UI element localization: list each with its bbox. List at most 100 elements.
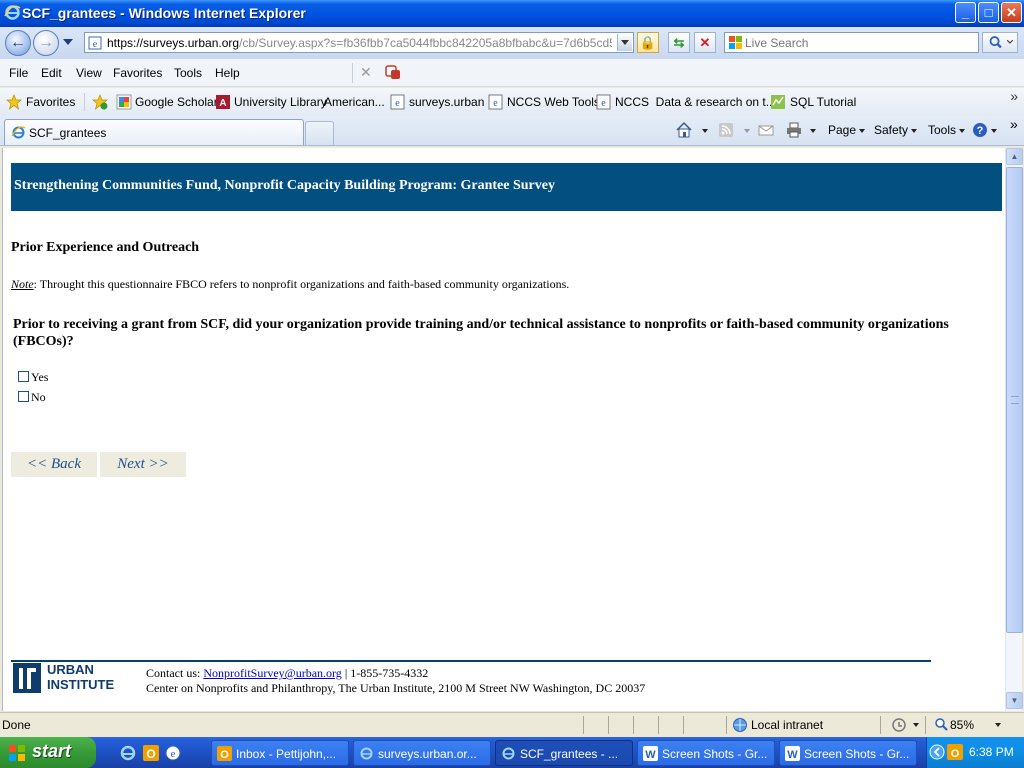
svg-text:e: e bbox=[493, 98, 498, 109]
address-bar[interactable]: e https://surveys.urban.org/cb/Survey.as… bbox=[84, 32, 634, 53]
university-logo-icon: A bbox=[216, 95, 230, 109]
outlook-tray-icon[interactable]: O bbox=[947, 744, 963, 760]
zoom-dropdown-icon[interactable] bbox=[992, 717, 1001, 731]
vertical-scrollbar[interactable]: ▲ ▼ bbox=[1005, 148, 1023, 711]
fav-nccs-web-tools[interactable]: NCCS Web Tools bbox=[507, 95, 600, 109]
stop-icon[interactable]: ✕ bbox=[694, 32, 716, 53]
fav-university-library[interactable]: University Library bbox=[234, 95, 327, 109]
back-button[interactable]: << Back bbox=[11, 452, 97, 477]
favorites-bar: Favorites Google Scholar A University Li… bbox=[0, 88, 1024, 116]
checkbox-no[interactable] bbox=[18, 391, 29, 402]
history-dropdown-icon[interactable] bbox=[63, 39, 73, 45]
search-input[interactable] bbox=[745, 35, 975, 51]
print-icon[interactable] bbox=[785, 121, 803, 139]
ie-icon bbox=[502, 747, 515, 760]
logo-line2: INSTITUTE bbox=[47, 677, 115, 692]
outlook-quicklaunch-icon[interactable]: O bbox=[142, 744, 160, 762]
fav-american[interactable]: American... bbox=[324, 95, 385, 109]
help-icon[interactable]: ? bbox=[971, 121, 989, 139]
magnifier-icon bbox=[989, 36, 1014, 49]
toolbar-overflow-icon[interactable]: » bbox=[1010, 116, 1018, 132]
menu-favorites[interactable]: Favorites bbox=[113, 66, 162, 80]
back-arrow-icon[interactable]: ← bbox=[5, 30, 31, 56]
home-dropdown-icon[interactable] bbox=[699, 123, 708, 137]
menu-view[interactable]: View bbox=[76, 66, 102, 80]
home-icon[interactable] bbox=[675, 121, 693, 139]
zoom-level[interactable]: 85% bbox=[950, 718, 974, 732]
rss-feed-icon[interactable] bbox=[717, 121, 735, 139]
fav-surveys-urban[interactable]: surveys.urban bbox=[409, 95, 484, 109]
question-text: Prior to receiving a grant from SCF, did… bbox=[13, 317, 949, 349]
ie-icon bbox=[360, 747, 373, 760]
window-title-bar[interactable]: SCF_grantees - Windows Internet Explorer… bbox=[0, 0, 1024, 27]
url-text[interactable]: https://surveys.urban.org/cb/Survey.aspx… bbox=[107, 36, 612, 50]
fav-nccs-data[interactable]: NCCS Data & research on t... bbox=[615, 95, 776, 109]
page-menu[interactable]: Page bbox=[828, 123, 866, 137]
tab-scf-grantees[interactable]: SCF_grantees bbox=[4, 119, 304, 145]
help-dropdown-icon[interactable] bbox=[988, 123, 997, 137]
task-inbox[interactable]: O Inbox - Pettijohn,... bbox=[211, 740, 349, 766]
menu-help[interactable]: Help bbox=[215, 66, 240, 80]
safety-menu[interactable]: Safety bbox=[874, 123, 918, 137]
ie-page-icon bbox=[11, 126, 26, 139]
close-button[interactable]: ✕ bbox=[1001, 2, 1022, 23]
scroll-up-icon[interactable]: ▲ bbox=[1006, 148, 1023, 165]
refresh-icon[interactable]: ⇆ bbox=[668, 32, 690, 53]
next-button[interactable]: Next >> bbox=[100, 452, 186, 477]
page-content: Strengthening Communities Fund, Nonprofi… bbox=[2, 148, 1005, 711]
print-dropdown-icon[interactable] bbox=[807, 123, 816, 137]
mail-icon[interactable] bbox=[757, 121, 775, 139]
favorites-button[interactable]: Favorites bbox=[26, 95, 75, 109]
protected-mode-dropdown-icon[interactable] bbox=[910, 717, 919, 731]
task-surveys-urban[interactable]: surveys.urban.or... bbox=[353, 740, 491, 766]
translate-icon[interactable] bbox=[384, 63, 402, 81]
svg-text:W: W bbox=[787, 749, 798, 761]
scroll-down-icon[interactable]: ▼ bbox=[1006, 692, 1023, 709]
task-label: surveys.urban.or... bbox=[378, 747, 477, 761]
lock-icon[interactable]: 🔒 bbox=[637, 32, 659, 53]
search-box[interactable] bbox=[724, 32, 979, 53]
ie-page-icon: e bbox=[390, 94, 405, 110]
forward-arrow-icon[interactable]: → bbox=[33, 30, 59, 56]
contact-email-link[interactable]: NonprofitSurvey@urban.org bbox=[203, 666, 341, 680]
section-title: Prior Experience and Outreach bbox=[11, 240, 200, 255]
task-scf-grantees[interactable]: SCF_grantees - ... bbox=[495, 740, 633, 766]
new-tab-button[interactable] bbox=[305, 121, 334, 145]
scroll-thumb[interactable] bbox=[1006, 167, 1023, 633]
rss-dropdown-icon[interactable] bbox=[741, 123, 750, 137]
note-text: : Throught this questionnaire FBCO refer… bbox=[33, 277, 570, 291]
menu-separator bbox=[352, 63, 353, 83]
menu-file[interactable]: File bbox=[9, 66, 28, 80]
checkbox-yes[interactable] bbox=[18, 371, 29, 382]
url-dropdown-icon[interactable] bbox=[617, 34, 632, 51]
maximize-button[interactable]: □ bbox=[978, 2, 999, 23]
menu-tools[interactable]: Tools bbox=[174, 66, 202, 80]
word-icon: W bbox=[785, 746, 800, 761]
url-domain: urban.org bbox=[187, 36, 240, 50]
option-yes[interactable]: Yes bbox=[18, 370, 48, 385]
tab-bar: SCF_grantees Page Safety Tools ? » bbox=[0, 116, 1024, 146]
fav-google-scholar[interactable]: Google Scholar bbox=[135, 95, 218, 109]
fav-sql-tutorial[interactable]: SQL Tutorial bbox=[790, 95, 856, 109]
logo-text: URBAN INSTITUTE bbox=[47, 662, 114, 692]
desktop-quicklaunch-icon[interactable]: e bbox=[164, 744, 182, 762]
task-screen-shots-1[interactable]: W Screen Shots - Gr... bbox=[637, 740, 775, 766]
option-yes-label: Yes bbox=[31, 370, 49, 384]
search-button[interactable] bbox=[982, 32, 1018, 53]
close-toolbar-icon[interactable]: ✕ bbox=[360, 64, 372, 81]
google-icon bbox=[116, 94, 132, 110]
protected-mode-icon[interactable] bbox=[891, 717, 907, 733]
windows-logo-icon bbox=[729, 36, 742, 49]
ie-quicklaunch-icon[interactable] bbox=[119, 744, 137, 762]
favorites-overflow-icon[interactable]: » bbox=[1010, 88, 1018, 104]
menu-edit[interactable]: Edit bbox=[41, 66, 62, 80]
start-button[interactable]: start bbox=[0, 737, 96, 768]
option-no[interactable]: No bbox=[18, 390, 46, 405]
security-zone: Local intranet bbox=[751, 718, 824, 732]
minimize-button[interactable]: _ bbox=[955, 2, 976, 23]
tools-menu[interactable]: Tools bbox=[928, 123, 966, 137]
tray-expand-icon[interactable] bbox=[929, 744, 945, 760]
contact-phone: | 1-855-735-4332 bbox=[341, 666, 429, 680]
add-favorite-icon[interactable] bbox=[92, 94, 108, 110]
task-screen-shots-2[interactable]: W Screen Shots - Gr... bbox=[779, 740, 917, 766]
